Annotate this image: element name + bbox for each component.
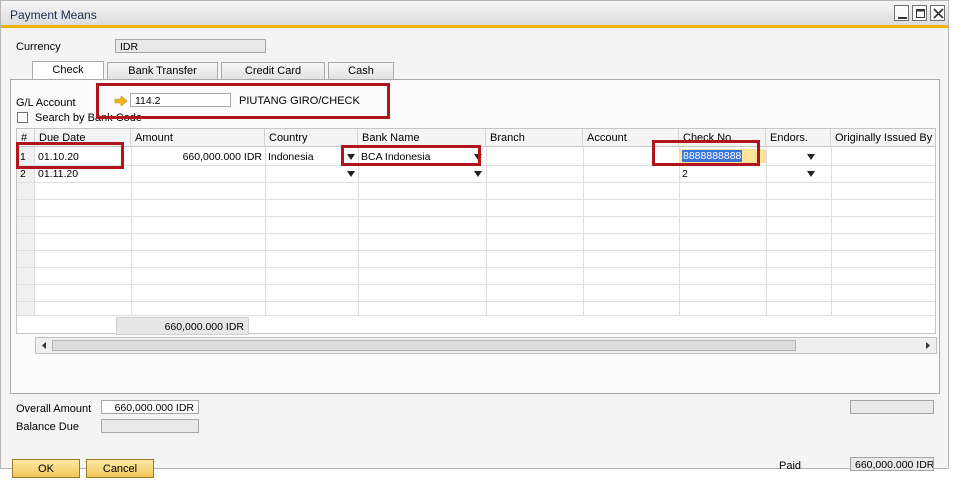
amount-cell[interactable]: 660,000.000 IDR [131, 149, 265, 165]
highlight-due-date [16, 142, 124, 169]
balance-due-label: Balance Due [16, 421, 79, 433]
account-cell[interactable] [583, 166, 679, 170]
column-header-amount[interactable]: Amount [131, 129, 265, 147]
tab-check[interactable]: Check [32, 61, 104, 80]
minimize-icon [898, 17, 907, 19]
scrollbar-thumb[interactable] [52, 340, 796, 351]
search-by-bank-code-checkbox[interactable] [17, 112, 28, 123]
payment-means-window: Payment Means Currency IDR Check Bank Tr… [0, 0, 949, 478]
currency-field[interactable]: IDR [115, 39, 266, 53]
maximize-icon [916, 9, 925, 18]
amount-total: 660,000.000 IDR [116, 317, 249, 335]
bank-name-cell[interactable] [358, 166, 468, 170]
originally-issued-by-cell[interactable] [831, 149, 935, 153]
country-cell[interactable] [265, 166, 345, 170]
paid-field: 660,000.000 IDR [850, 457, 934, 471]
tab-credit-card-label: Credit Card [244, 65, 302, 77]
endors-cell[interactable] [766, 166, 816, 170]
country-dropdown-icon[interactable] [347, 171, 355, 177]
branch-cell[interactable] [486, 149, 583, 153]
ok-button[interactable]: OK [12, 459, 80, 478]
highlight-check-no [652, 140, 760, 166]
column-header-originally-issued-by[interactable]: Originally Issued By [831, 129, 935, 147]
balance-due-field [101, 419, 199, 433]
scroll-right-icon[interactable] [922, 338, 934, 353]
close-icon [933, 8, 944, 19]
originally-issued-by-cell[interactable] [831, 166, 935, 170]
window-title: Payment Means [10, 8, 97, 22]
column-header-endors[interactable]: Endors. [766, 129, 831, 147]
highlight-gl-account [96, 83, 390, 119]
tab-cash-label: Cash [348, 65, 374, 77]
paid-label: Paid [779, 460, 802, 472]
cancel-button[interactable]: Cancel [86, 459, 154, 478]
amount-cell[interactable] [131, 166, 265, 170]
check-no-cell[interactable]: 2 [679, 166, 766, 182]
country-cell[interactable]: Indonesia [265, 149, 345, 165]
endors-cell[interactable] [766, 149, 816, 153]
tab-bank-transfer[interactable]: Bank Transfer [107, 62, 218, 79]
close-button[interactable] [930, 5, 945, 21]
highlight-bank-name [341, 145, 481, 166]
overall-amount-field[interactable]: 660,000.000 IDR [101, 400, 199, 414]
scroll-left-icon[interactable] [38, 338, 50, 353]
branch-cell[interactable] [486, 166, 583, 170]
endors-dropdown-icon[interactable] [807, 171, 815, 177]
overall-amount-label: Overall Amount [16, 403, 92, 415]
table-horizontal-scrollbar[interactable] [35, 337, 937, 354]
bank-name-dropdown-icon[interactable] [474, 171, 482, 177]
endors-dropdown-icon[interactable] [807, 154, 815, 160]
tab-credit-card[interactable]: Credit Card [221, 62, 325, 79]
gl-account-label: G/L Account [16, 97, 76, 109]
tab-cash[interactable]: Cash [328, 62, 394, 79]
column-header-branch[interactable]: Branch [486, 129, 583, 147]
minimize-button[interactable] [894, 5, 909, 21]
title-bar: Payment Means [1, 1, 948, 28]
tab-bank-transfer-label: Bank Transfer [128, 65, 197, 77]
maximize-button[interactable] [912, 5, 927, 21]
currency-label: Currency [16, 41, 61, 53]
tab-check-label: Check [52, 64, 84, 76]
right-amount-field [850, 400, 934, 414]
